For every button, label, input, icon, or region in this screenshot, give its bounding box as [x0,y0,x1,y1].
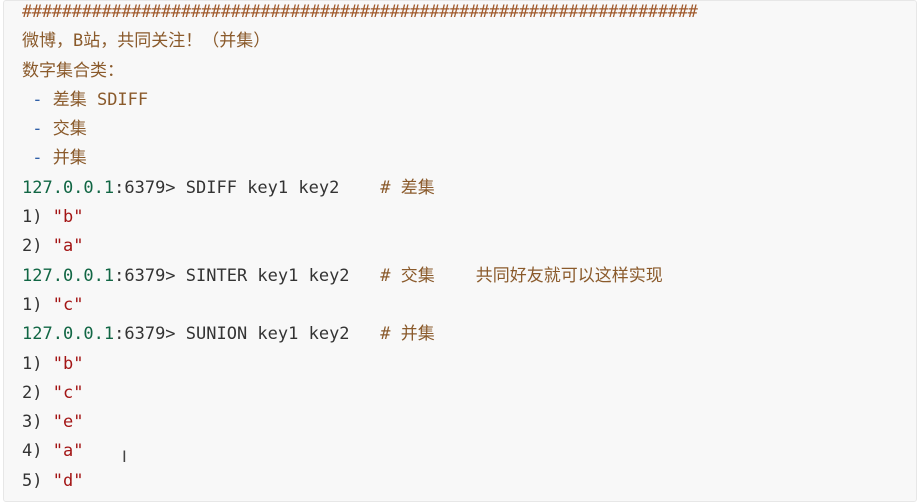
result-index: 3) [22,412,53,433]
comment-types: 数字集合类： [22,60,124,81]
result-line: 5) "d" [22,467,916,496]
result-value: "a" [52,236,84,257]
result-line: 1) "b" [22,203,916,232]
result-value: "c" [52,382,84,403]
result-index: 1) [22,207,53,228]
command-comment: 差集 [390,177,435,198]
bullet-line: - 交集 [22,115,916,144]
prompt-port: :6379> [114,324,176,345]
hash-line: ########################################… [22,1,916,27]
comment-weibo: 微博，B站，共同关注！（并集） [22,31,271,52]
result-value: "b" [52,353,84,374]
command-line: 127.0.0.1:6379> SINTER key1 key2 # 交集 共同… [22,262,916,291]
command-comment: 交集 共同好友就可以这样实现 [390,265,663,286]
result-line: 2) "c" [22,379,916,408]
result-value: "e" [52,412,84,433]
bullet-dash: - [22,89,53,110]
command-text: SUNION key1 key2 [175,324,350,345]
command-text: SDIFF key1 key2 [175,177,340,198]
comment-hash: # [380,177,391,198]
result-value: "d" [52,470,84,491]
result-value: "b" [52,207,84,228]
result-line: 2) "a" [22,232,916,261]
result-index: 1) [22,353,53,374]
code-block[interactable]: ########################################… [3,0,917,502]
command-line: 127.0.0.1:6379> SDIFF key1 key2 # 差集 [22,174,916,203]
bullet-dash: - [22,119,53,140]
result-line: 4) "a" [22,437,916,466]
prompt-port: :6379> [114,265,176,286]
result-index: 4) [22,441,53,462]
command-pad [339,178,380,198]
result-index: 5) [22,470,53,491]
prompt-ip: 127.0.0.1 [22,324,115,345]
bullet-line: - 并集 [22,144,916,173]
result-index: 2) [22,382,53,403]
prompt-ip: 127.0.0.1 [22,177,115,198]
prompt-port: :6379> [114,177,176,198]
comment-hash: # [380,324,391,345]
command-text: SINTER key1 key2 [175,265,350,286]
text-cursor-icon: I [122,447,127,466]
result-line: 3) "e" [22,408,916,437]
result-index: 2) [22,236,53,257]
comment-line: 微博，B站，共同关注！（并集） [22,27,916,56]
comment-hash: # [380,265,391,286]
command-pad [350,266,381,286]
result-line: 1) "c" [22,291,916,320]
bullet-text: 差集 SDIFF [52,89,149,110]
hash-divider: ########################################… [22,2,698,22]
command-comment: 并集 [390,324,435,345]
bullet-line: - 差集 SDIFF [22,86,916,115]
command-pad [350,324,381,344]
result-value: "c" [52,294,84,315]
bullet-text: 交集 [52,119,87,140]
command-line: 127.0.0.1:6379> SUNION key1 key2 # 并集 [22,320,916,349]
prompt-ip: 127.0.0.1 [22,265,115,286]
bullet-dash: - [22,148,53,169]
comment-line: 数字集合类： [22,57,916,86]
result-line: 1) "b" [22,350,916,379]
result-index: 1) [22,294,53,315]
result-value: "a" [52,441,84,462]
bullet-text: 并集 [52,148,87,169]
